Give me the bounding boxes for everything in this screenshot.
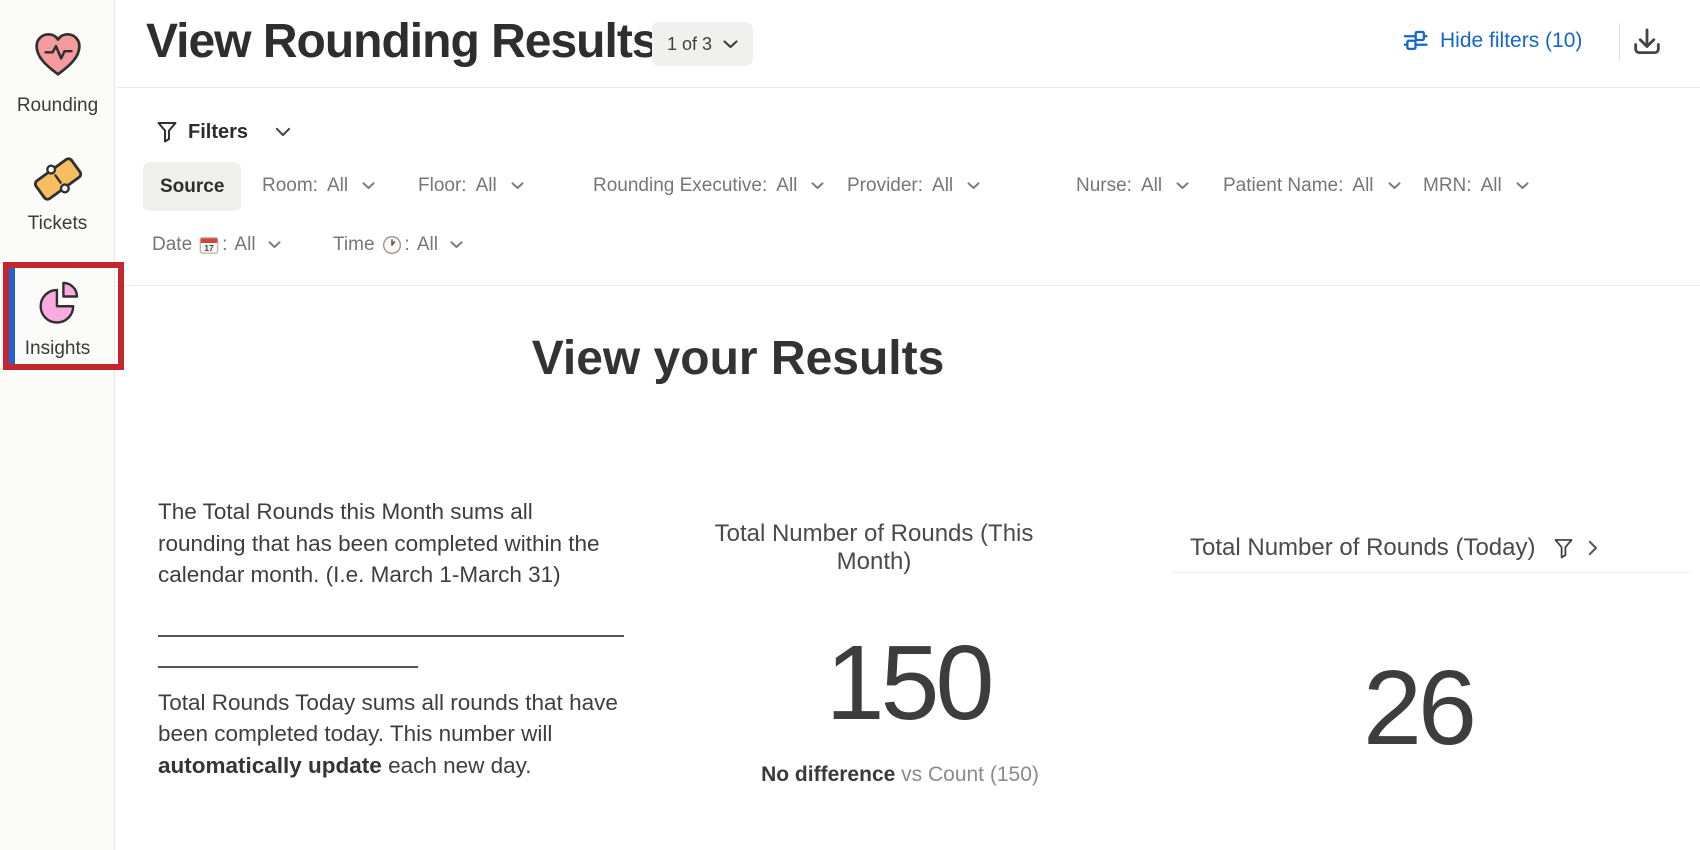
metric-today-rule (1172, 572, 1690, 573)
chevron-down-icon (1516, 182, 1529, 190)
filter-label: Room: (262, 175, 318, 197)
filter-label: Time (333, 234, 375, 256)
description-block: The Total Rounds this Month sums all rou… (158, 496, 638, 781)
sidebar-item-label: Insights (25, 338, 90, 360)
download-button[interactable] (1628, 23, 1666, 61)
pie-chart-icon (32, 277, 84, 329)
metric-month-comparison: No difference vs Count (150) (700, 763, 1100, 787)
filter-value: All (776, 175, 797, 197)
filter-label: Rounding Executive: (593, 175, 767, 197)
filter-patient-name[interactable]: Patient Name: All (1223, 161, 1401, 211)
filter-label: Floor: (418, 175, 467, 197)
filter-value: All (234, 234, 255, 256)
svg-text:17: 17 (204, 243, 214, 253)
ticket-icon (27, 148, 89, 210)
filter-value: All (1141, 175, 1162, 197)
metric-today-header: Total Number of Rounds (Today) (1190, 534, 1598, 562)
page-title: View Rounding Results (146, 14, 658, 69)
chevron-down-icon (275, 127, 291, 137)
filter-value: All (932, 175, 953, 197)
header-rule (116, 87, 1700, 88)
funnel-icon[interactable] (1554, 538, 1573, 559)
filter-label: Provider: (847, 175, 923, 197)
filter-chip-label: Source (160, 176, 224, 198)
chevron-right-icon[interactable] (1588, 540, 1598, 556)
download-icon (1630, 25, 1664, 59)
heart-pulse-icon (31, 27, 85, 81)
chevron-down-icon (450, 241, 463, 249)
filter-value: All (1352, 175, 1373, 197)
divider-line-long (158, 635, 624, 637)
filter-value: All (327, 175, 348, 197)
calendar-icon: 17 (199, 235, 219, 255)
paragraph-1: The Total Rounds this Month sums all rou… (158, 496, 638, 591)
filter-provider[interactable]: Provider: All (847, 161, 980, 211)
filter-label: Patient Name: (1223, 175, 1343, 197)
filter-floor[interactable]: Floor: All (418, 161, 524, 211)
chevron-down-icon (362, 182, 375, 190)
filter-funnel-icon (157, 121, 177, 143)
sliders-icon (1402, 27, 1429, 54)
filters-label: Filters (188, 121, 248, 144)
sidebar-item-label: Tickets (28, 213, 87, 235)
filter-room[interactable]: Room: All (262, 161, 375, 211)
filter-label: Date (152, 234, 192, 256)
chevron-down-icon (1388, 182, 1401, 190)
filter-value: All (417, 234, 438, 256)
results-heading: View your Results (438, 331, 1038, 386)
sidebar-item-label: Rounding (17, 95, 98, 117)
filters-toggle[interactable]: Filters (157, 119, 291, 145)
chevron-down-icon (511, 182, 524, 190)
chevron-down-icon (268, 241, 281, 249)
header-divider (1619, 23, 1620, 61)
filter-separator: : (405, 234, 410, 256)
filter-nurse[interactable]: Nurse: All (1076, 161, 1189, 211)
filter-label: MRN: (1423, 175, 1472, 197)
pager-label: 1 of 3 (667, 34, 712, 55)
filters-rule (116, 285, 1700, 286)
hide-filters-button[interactable]: Hide filters (10) (1402, 27, 1582, 54)
chevron-down-icon (1176, 182, 1189, 190)
filter-value: All (1481, 175, 1502, 197)
sidebar-item-tickets[interactable]: Tickets (0, 148, 115, 235)
metric-today-label: Total Number of Rounds (Today) (1190, 534, 1536, 562)
metric-month-value: 150 (708, 630, 1108, 736)
metric-month-label: Total Number of Rounds (This Month) (674, 520, 1074, 576)
filter-date[interactable]: Date 17 : All (152, 224, 281, 266)
clock-icon (382, 235, 402, 255)
chevron-down-icon (811, 182, 824, 190)
sidebar-item-insights[interactable]: Insights (0, 277, 115, 360)
filter-time[interactable]: Time : All (333, 224, 463, 266)
sidebar-item-rounding[interactable]: Rounding (0, 27, 115, 117)
paragraph-2: Total Rounds Today sums all rounds that … (158, 687, 638, 782)
chevron-down-icon (967, 182, 980, 190)
sidebar: Rounding Tickets Insights (0, 0, 115, 850)
filter-separator: : (222, 234, 227, 256)
filter-mrn[interactable]: MRN: All (1423, 161, 1529, 211)
metric-today-value: 26 (1218, 655, 1618, 761)
active-item-indicator (9, 268, 15, 365)
results-pager-button[interactable]: 1 of 3 (652, 22, 753, 66)
hide-filters-label: Hide filters (10) (1440, 29, 1582, 53)
filter-chip-source[interactable]: Source (143, 162, 241, 211)
divider-line-short (158, 666, 418, 668)
filter-value: All (476, 175, 497, 197)
filter-rounding-executive[interactable]: Rounding Executive: All (593, 161, 824, 211)
chevron-down-icon (723, 40, 738, 49)
filter-label: Nurse: (1076, 175, 1132, 197)
